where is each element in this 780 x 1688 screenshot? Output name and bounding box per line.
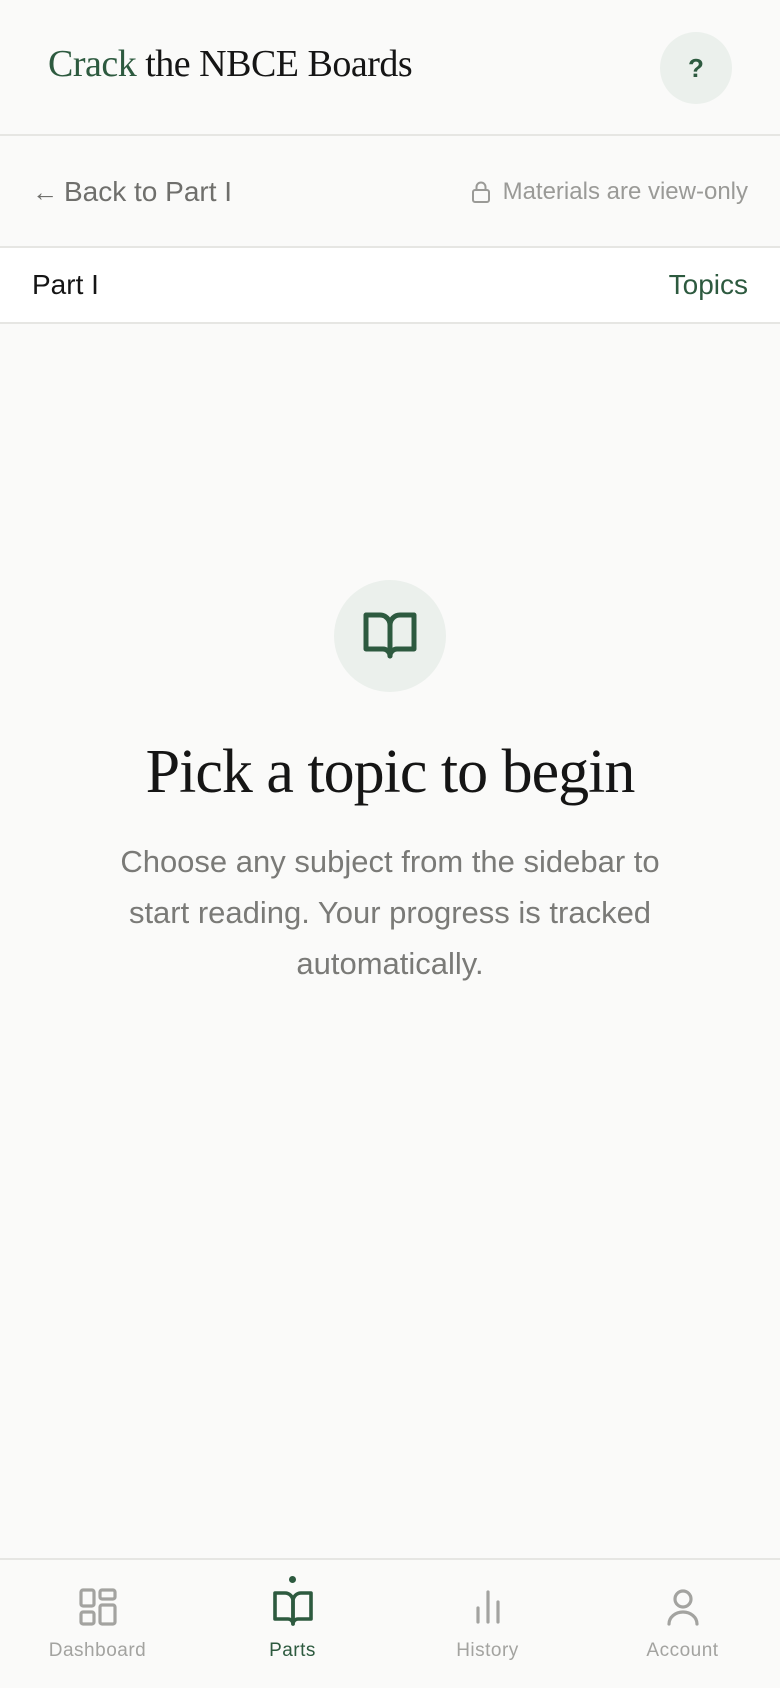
open-book-icon bbox=[363, 612, 417, 659]
bar-chart-icon bbox=[476, 1590, 500, 1624]
back-to-part-link[interactable]: ← Back to Part I bbox=[32, 172, 232, 212]
part-title: Part I bbox=[32, 269, 99, 300]
nav-label-history: History bbox=[456, 1640, 519, 1661]
nav-label-dashboard: Dashboard bbox=[48, 1640, 147, 1661]
app-header: Crack the NBCE Boards ? bbox=[0, 0, 780, 136]
brand-accent-text: Crack bbox=[48, 43, 137, 85]
back-link-label: Back to Part I bbox=[64, 176, 233, 207]
empty-state-title: Pick a topic to begin bbox=[145, 738, 636, 806]
brand-logo[interactable]: Crack the NBCE Boards bbox=[48, 40, 413, 88]
user-icon bbox=[667, 1589, 699, 1626]
bottom-navigation: Dashboard Parts History Account bbox=[0, 1558, 780, 1688]
nav-item-parts[interactable]: Parts bbox=[195, 1560, 390, 1688]
nav-item-history[interactable]: History bbox=[390, 1560, 585, 1688]
nav-label-parts: Parts bbox=[269, 1640, 316, 1661]
part-bar: Part I Topics bbox=[0, 248, 780, 324]
empty-state-badge bbox=[334, 580, 446, 692]
nav-label-account: Account bbox=[646, 1640, 719, 1661]
nav-item-dashboard[interactable]: Dashboard bbox=[0, 1560, 195, 1688]
active-indicator-dot bbox=[289, 1576, 296, 1583]
book-icon bbox=[273, 1591, 313, 1626]
empty-state-description: Choose any subject from the sidebar to s… bbox=[120, 844, 660, 981]
lock-icon bbox=[471, 181, 490, 203]
topics-button[interactable]: Topics bbox=[669, 266, 748, 304]
help-button[interactable]: ? bbox=[660, 32, 732, 104]
dashboard-icon bbox=[79, 1588, 117, 1626]
sub-toolbar: ← Back to Part I Materials are view-only bbox=[0, 136, 780, 248]
view-only-notice: Materials are view-only bbox=[471, 174, 748, 210]
nav-item-account[interactable]: Account bbox=[585, 1560, 780, 1688]
brand-rest-text: the NBCE Boards bbox=[136, 43, 413, 85]
view-only-label: Materials are view-only bbox=[502, 178, 748, 205]
back-arrow-icon: ← bbox=[32, 177, 58, 207]
